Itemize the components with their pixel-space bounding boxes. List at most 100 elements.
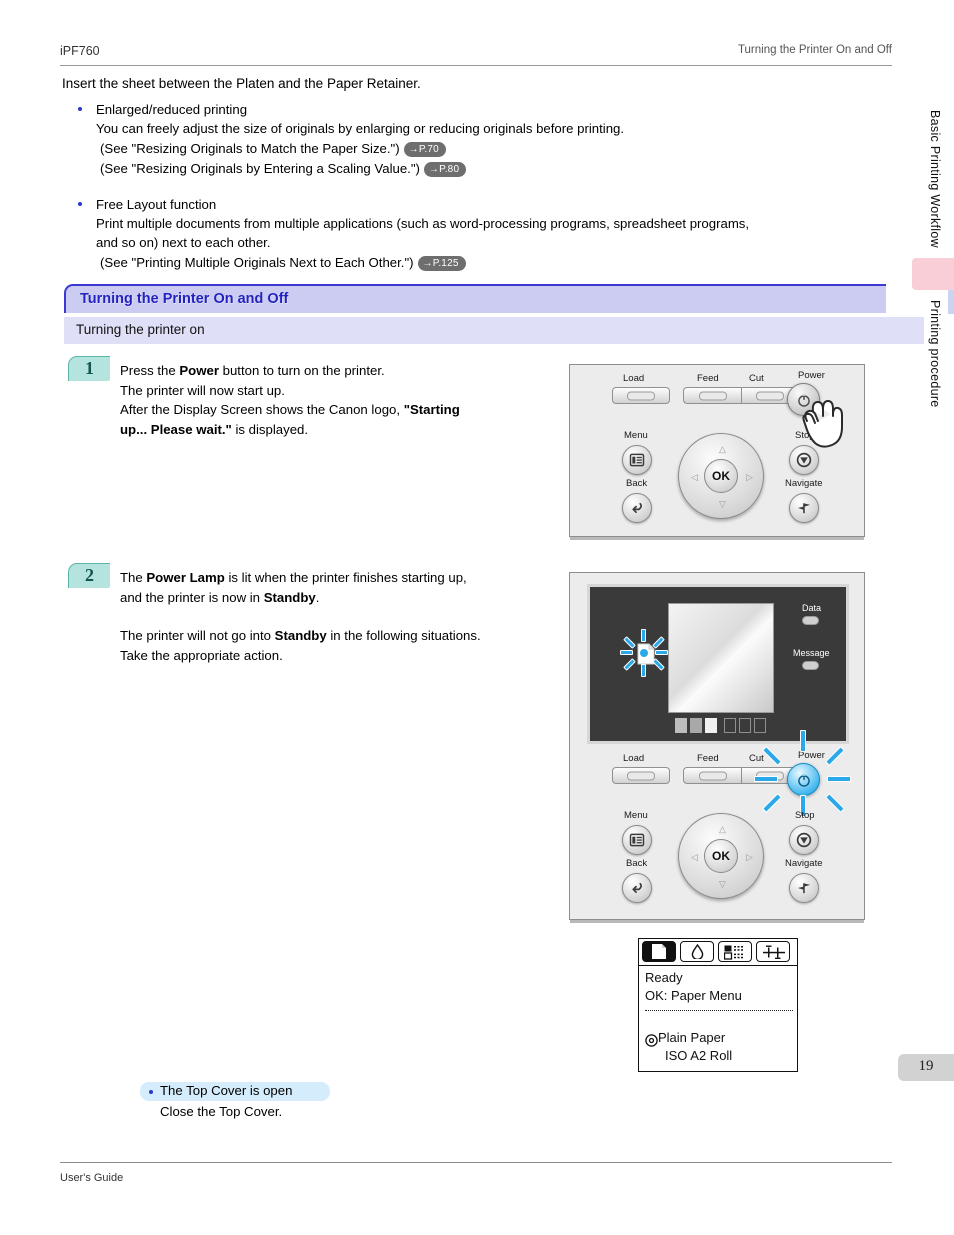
feed-button-label: Feed	[697, 373, 719, 384]
step-1-text: Press the Power button to turn on the pr…	[120, 361, 550, 439]
sidebar-tab-basic-printing-workflow[interactable]: Basic Printing Workflow	[928, 110, 942, 248]
feed-button-label: Feed	[697, 753, 719, 764]
data-lamp-label: Data	[802, 603, 822, 613]
bullet-dot-icon	[78, 107, 82, 111]
page-reference-badge[interactable]: →P.70	[403, 141, 446, 157]
bullet-item: Free Layout function Print multiple docu…	[78, 195, 888, 273]
lcd-status-text: Ready	[645, 970, 683, 985]
step-1-line-1: Press the Power button to turn on the pr…	[120, 363, 385, 378]
back-button-label: Back	[626, 478, 648, 489]
back-button-label: Back	[626, 858, 648, 869]
message-lamp	[802, 661, 819, 670]
page-number-tab: 19	[898, 1054, 954, 1081]
footer-divider	[60, 1162, 892, 1163]
step-number-badge: 2	[68, 563, 110, 588]
header-divider	[60, 65, 892, 66]
power-button-label: Power	[798, 370, 825, 381]
step-2-text: The Power Lamp is lit when the printer f…	[120, 568, 560, 665]
down-arrow-icon[interactable]: ▽	[716, 498, 729, 511]
ink-indicator	[675, 718, 687, 733]
glow-ray	[762, 746, 782, 766]
load-button[interactable]	[612, 387, 670, 404]
menu-button[interactable]	[622, 825, 652, 855]
cut-button-label: Cut	[749, 373, 764, 384]
footer-label: User's Guide	[60, 1172, 124, 1184]
glow-ray	[641, 664, 646, 677]
glow-ray	[754, 776, 778, 782]
left-arrow-icon[interactable]: ◁	[688, 471, 701, 484]
stop-button[interactable]	[789, 825, 819, 855]
step-2-line-3: The printer will not go into Standby in …	[120, 628, 481, 643]
directional-pad[interactable]: OK △ ▽ ◁ ▷	[678, 813, 764, 899]
step-number-1: 1	[85, 358, 94, 378]
glow-ray	[655, 650, 668, 655]
right-arrow-icon[interactable]: ▷	[743, 471, 756, 484]
glow-ray	[825, 746, 845, 766]
step-2-line-4: Take the appropriate action.	[120, 647, 283, 663]
bullet-title: Free Layout function	[96, 196, 217, 212]
bullet-body-continued: and so on) next to each other.	[96, 235, 271, 250]
navigate-button[interactable]	[789, 873, 819, 903]
back-button[interactable]	[622, 493, 652, 523]
section-heading-text: Turning the Printer On and Off	[80, 291, 289, 307]
page-reference-badge[interactable]: →P.80	[423, 161, 467, 177]
note-bullet-icon	[149, 1090, 153, 1094]
ok-button[interactable]: OK	[704, 839, 738, 873]
feed-button[interactable]	[683, 767, 741, 784]
right-arrow-icon[interactable]: ▷	[743, 851, 756, 864]
step-number-2: 2	[85, 565, 94, 585]
bullet-body: You can freely adjust the size of origin…	[96, 121, 625, 136]
lcd-divider	[645, 1010, 793, 1011]
section-heading: Turning the Printer On and Off	[64, 284, 886, 313]
sidebar-active-tab-marker[interactable]	[912, 258, 954, 290]
subsection-heading-text: Turning the printer on	[76, 322, 205, 337]
menu-button-label: Menu	[624, 430, 648, 441]
power-button-lit[interactable]	[787, 763, 820, 796]
cut-button-label: Cut	[749, 753, 764, 764]
media-tab-icon[interactable]	[718, 941, 752, 962]
feed-button[interactable]	[683, 387, 741, 404]
step-2-line-2: and the printer is now in Standby.	[120, 589, 320, 605]
bullet-item: Enlarged/reduced printing You can freely…	[78, 100, 888, 179]
display-housing: Data Message	[587, 584, 849, 744]
bullet-reference-line: (See "Printing Multiple Originals Next t…	[100, 253, 888, 273]
lcd-action-text: OK: Paper Menu	[645, 988, 742, 1003]
ok-button[interactable]: OK	[704, 459, 738, 493]
subsection-heading: Turning the printer on	[64, 317, 924, 344]
navigate-button[interactable]	[789, 493, 819, 523]
ink-tab-icon[interactable]	[680, 941, 714, 962]
down-arrow-icon[interactable]: ▽	[716, 878, 729, 891]
up-arrow-icon[interactable]: △	[716, 823, 729, 836]
glow-ray	[800, 730, 806, 752]
header-section-title: Turning the Printer On and Off	[737, 44, 892, 56]
stop-button-label: Stop	[795, 810, 815, 821]
up-arrow-icon[interactable]: △	[716, 443, 729, 456]
roll-icon	[645, 1034, 658, 1052]
glow-center	[639, 648, 649, 658]
bullet-reference-line: (See "Resizing Originals by Entering a S…	[100, 159, 888, 179]
glow-ray	[641, 629, 646, 642]
load-button[interactable]	[612, 767, 670, 784]
reference-text: (See "Resizing Originals by Entering a S…	[100, 160, 420, 176]
sidebar-section-marker	[948, 290, 954, 314]
settings-tab-icon[interactable]	[756, 941, 790, 962]
load-button-label: Load	[623, 373, 645, 384]
paper-tab-icon[interactable]	[642, 941, 676, 962]
directional-pad[interactable]: OK △ ▽ ◁ ▷	[678, 433, 764, 519]
menu-button[interactable]	[622, 445, 652, 475]
lcd-tab-bar	[639, 939, 797, 966]
sidebar-tab-printing-procedure[interactable]: Printing procedure	[928, 300, 942, 408]
bullet-body: Print multiple documents from multiple a…	[96, 215, 750, 231]
bullet-reference-line: (See "Resizing Originals to Match the Pa…	[100, 139, 888, 159]
ink-indicator	[739, 718, 751, 733]
left-arrow-icon[interactable]: ◁	[688, 851, 701, 864]
step-1-line-2: The printer will now start up.	[120, 382, 285, 398]
document-page: iPF760 Turning the Printer On and Off In…	[0, 0, 954, 1235]
menu-button-label: Menu	[624, 810, 648, 821]
glow-ray	[825, 793, 845, 813]
reference-text: (See "Resizing Originals to Match the Pa…	[100, 140, 400, 156]
bullet-dot-icon	[78, 201, 82, 206]
page-reference-badge[interactable]: →P.125	[417, 255, 466, 271]
back-button[interactable]	[622, 873, 652, 903]
